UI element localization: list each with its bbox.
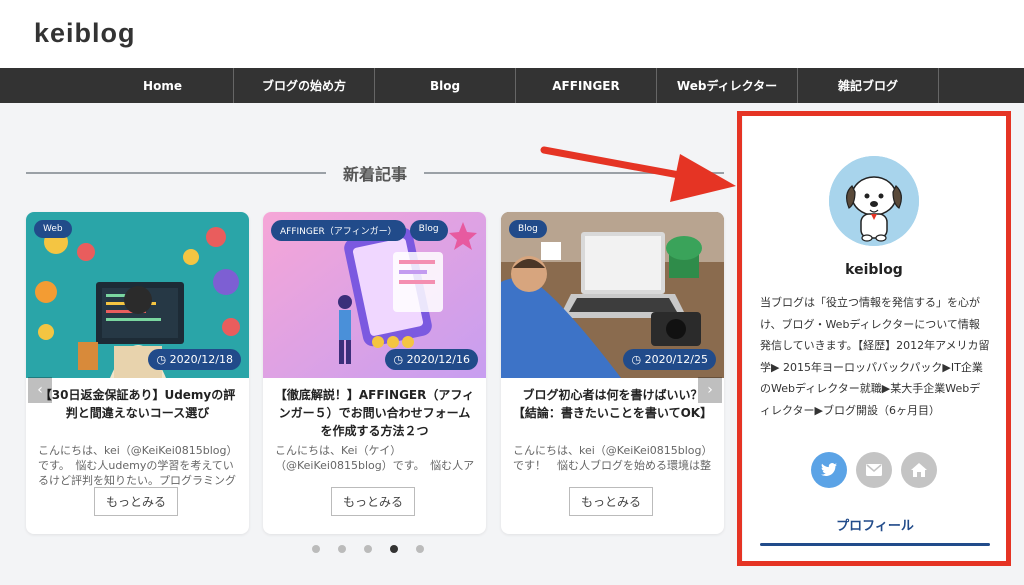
site-logo[interactable]: keiblog xyxy=(34,18,136,49)
category-badge[interactable]: Web xyxy=(34,220,72,238)
pagination-dot[interactable] xyxy=(416,545,424,553)
clock-icon: ◷ xyxy=(156,353,170,366)
home-button[interactable] xyxy=(901,452,937,488)
nav-item-web-director[interactable]: Webディレクター xyxy=(657,68,798,103)
category-badge[interactable]: Blog xyxy=(509,220,547,238)
post-title[interactable]: ブログ初心者は何を書けばいい？【結論：書きたいことを書いてOK】 xyxy=(511,386,714,422)
annotation-arrow xyxy=(540,146,736,202)
post-date: ◷ 2020/12/16 xyxy=(385,349,478,370)
profile-description: 当ブログは「役立つ情報を発信する」を心がけ、ブログ・Webディレクターについて情… xyxy=(760,296,990,417)
read-more-button[interactable]: もっとみる xyxy=(94,487,178,516)
mail-icon xyxy=(866,464,882,476)
post-card[interactable]: AFFINGER（アフィンガー） Blog ◷ 2020/12/16 【徹底解説… xyxy=(263,212,486,534)
post-thumbnail-laptop[interactable]: Blog ◷ 2020/12/25 xyxy=(501,212,724,378)
post-excerpt: こんにちは、kei（@KeiKei0815blog）です。 悩む人udemyの学… xyxy=(38,444,238,487)
post-title[interactable]: 【30日返金保証あり】Udemyの評判と間違えないコース選び xyxy=(36,386,239,422)
slider-prev-button[interactable]: ‹ xyxy=(28,377,52,403)
category-badge[interactable]: AFFINGER（アフィンガー） xyxy=(271,220,406,241)
read-more-button[interactable]: もっとみる xyxy=(331,487,415,516)
pagination-dot-active[interactable] xyxy=(390,545,398,553)
site-header: keiblog xyxy=(0,0,1024,68)
post-title[interactable]: 【徹底解説！】AFFINGER（アフィンガー５）でお問い合わせフォームを作成する… xyxy=(273,386,476,440)
global-nav: Home ブログの始め方 Blog AFFINGER Webディレクター 雑記ブ… xyxy=(0,68,1024,103)
profile-name: keiblog xyxy=(845,262,903,278)
home-icon xyxy=(911,463,927,477)
pagination-dot[interactable] xyxy=(364,545,372,553)
nav-item-blog-start[interactable]: ブログの始め方 xyxy=(234,68,375,103)
nav-item-home[interactable]: Home xyxy=(92,68,234,103)
post-card[interactable]: Blog ◷ 2020/12/25 ブログ初心者は何を書けばいい？【結論：書きた… xyxy=(501,212,724,534)
heading-rule-left xyxy=(26,172,326,174)
profile-link[interactable]: プロフィール xyxy=(760,515,990,534)
pagination-dot[interactable] xyxy=(312,545,320,553)
clock-icon: ◷ xyxy=(631,353,645,366)
post-thumbnail-form[interactable]: AFFINGER（アフィンガー） Blog ◷ 2020/12/16 xyxy=(263,212,486,378)
post-card[interactable]: Web ◷ 2020/12/18 【30日返金保証あり】Udemyの評判と間違え… xyxy=(26,212,249,534)
nav-item-misc-blog[interactable]: 雑記ブログ xyxy=(798,68,939,103)
nav-item-blog[interactable]: Blog xyxy=(375,68,516,103)
mail-button[interactable] xyxy=(856,452,892,488)
profile-avatar xyxy=(829,156,919,246)
pagination-dot[interactable] xyxy=(338,545,346,553)
slider-pagination xyxy=(312,545,424,553)
nav-item-affinger[interactable]: AFFINGER xyxy=(516,68,657,103)
clock-icon: ◷ xyxy=(393,353,407,366)
post-thumbnail-coding[interactable]: Web ◷ 2020/12/18 xyxy=(26,212,249,378)
chevron-right-icon: › xyxy=(707,382,713,398)
post-date: ◷ 2020/12/18 xyxy=(148,349,241,370)
post-excerpt: こんにちは、kei（@KeiKei0815blog）です！ 悩む人ブログを始める… xyxy=(513,444,713,472)
twitter-button[interactable] xyxy=(811,452,847,488)
chevron-left-icon: ‹ xyxy=(37,382,43,398)
profile-link-underline xyxy=(760,543,990,546)
category-badge[interactable]: Blog xyxy=(409,220,448,241)
post-excerpt: こんにちは、Kei（ケイ）（@KeiKei0815blog）です。 悩む人ア xyxy=(275,444,475,472)
slider-next-button[interactable]: › xyxy=(698,377,722,403)
read-more-button[interactable]: もっとみる xyxy=(569,487,653,516)
section-heading: 新着記事 xyxy=(342,165,407,184)
twitter-icon xyxy=(821,463,837,477)
post-date: ◷ 2020/12/25 xyxy=(623,349,716,370)
